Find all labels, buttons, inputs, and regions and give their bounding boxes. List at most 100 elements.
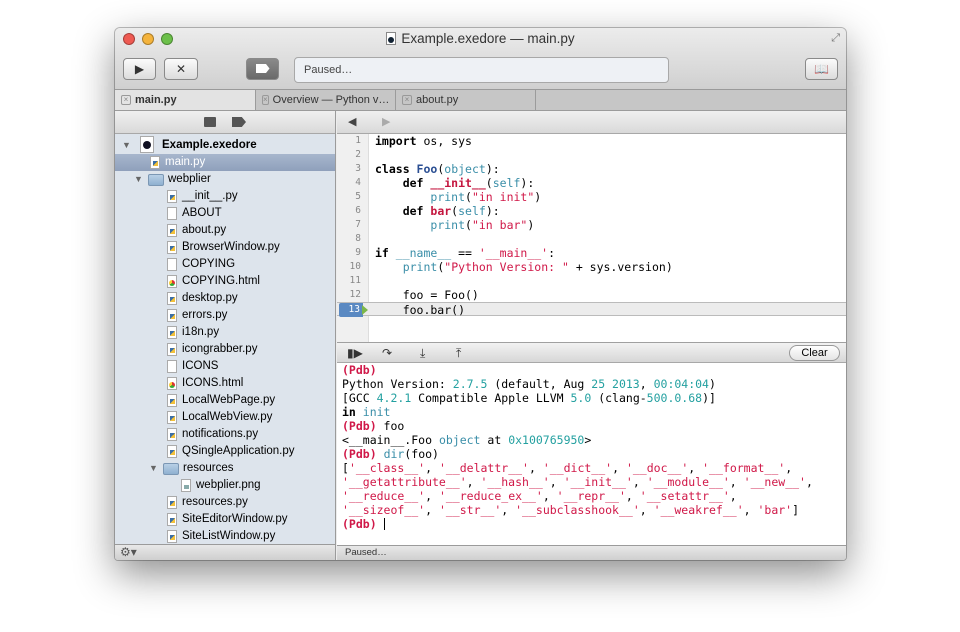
tag-button[interactable] xyxy=(246,58,279,80)
step-into-icon[interactable]: ⤓ xyxy=(420,346,425,361)
tab-overview[interactable]: × Overview — Python v… xyxy=(256,90,396,110)
py-file-icon xyxy=(167,530,177,543)
tree-file[interactable]: ABOUT xyxy=(115,205,335,222)
fullscreen-icon[interactable]: ⤢ xyxy=(831,32,840,45)
tree-file[interactable]: errors.py xyxy=(115,307,335,324)
console-line: ['__class__', '__delattr__', '__dict__',… xyxy=(342,461,846,475)
back-arrow-icon[interactable]: ◀ xyxy=(348,115,356,128)
disclosure-triangle-icon[interactable]: ▼ xyxy=(149,460,158,477)
documentation-button[interactable]: 📖 xyxy=(805,58,838,80)
close-tab-icon[interactable]: × xyxy=(402,95,412,105)
code-token: foo.bar() xyxy=(375,303,466,317)
gear-icon: ⚙▾ xyxy=(120,545,137,559)
tree-item-label: about.py xyxy=(182,224,227,236)
folder-view-icon[interactable] xyxy=(204,117,216,127)
stop-button[interactable]: ✕ xyxy=(164,58,198,80)
close-tab-icon[interactable]: × xyxy=(262,95,269,105)
forward-arrow-icon[interactable]: ▶ xyxy=(382,115,390,128)
tree-file[interactable]: desktop.py xyxy=(115,290,335,307)
code-token: class xyxy=(375,162,417,176)
run-button[interactable]: ▶ xyxy=(123,58,156,80)
tree-file[interactable]: webplier.png xyxy=(115,477,335,494)
tree-file[interactable]: main.py xyxy=(115,154,335,171)
debug-console[interactable]: (Pdb) Python Version: 2.7.5 (default, Aug… xyxy=(342,363,846,531)
console-line: '__sizeof__', '__str__', '__subclasshook… xyxy=(342,503,846,517)
tree-file[interactable]: SiteEditorWindow.py xyxy=(115,511,335,528)
code-token: def xyxy=(375,204,431,218)
tree-file[interactable]: QSingleApplication.py xyxy=(115,443,335,460)
code-line: 4 def __init__(self): xyxy=(337,176,846,190)
disclosure-triangle-icon[interactable]: ▼ xyxy=(122,137,131,154)
code-line: 11 xyxy=(337,274,846,288)
console-line: in init xyxy=(342,405,846,419)
tag-view-icon[interactable] xyxy=(232,117,246,127)
line-number[interactable]: 12 xyxy=(337,288,361,302)
line-number[interactable]: 7 xyxy=(337,218,361,232)
line-number[interactable]: 8 xyxy=(337,232,361,246)
step-over-icon[interactable]: ↷ xyxy=(382,346,392,360)
code-line: 8 xyxy=(337,232,846,246)
tree-file[interactable]: __init__.py xyxy=(115,188,335,205)
code-token: '__subclasshook__' xyxy=(515,503,640,517)
tree-item-label: SiteEditorWindow.py xyxy=(182,513,288,525)
code-token: , xyxy=(542,489,557,503)
line-number[interactable]: 5 xyxy=(337,190,361,204)
html-file-icon xyxy=(167,275,177,288)
line-number[interactable]: 3 xyxy=(337,162,361,176)
code-editor[interactable]: ◀ ▶ 1 import os, sys 2 3 class Foo(object): 4… xyxy=(337,111,846,342)
tree-folder[interactable]: ▼ resources xyxy=(115,460,335,477)
debugger-toolbar: ▮▶ ↷ ⤓ ⤒ Clear xyxy=(337,342,846,363)
tree-file[interactable]: icongrabber.py xyxy=(115,341,335,358)
line-number[interactable]: 1 xyxy=(337,134,361,148)
code-line: 12 foo = Foo() xyxy=(337,288,846,302)
py-file-icon xyxy=(167,513,177,526)
py-file-icon xyxy=(167,428,177,441)
tree-file[interactable]: ICONS.html xyxy=(115,375,335,392)
tree-file[interactable]: LocalWebPage.py xyxy=(115,392,335,409)
tree-project-root[interactable]: ▼ Example.exedore xyxy=(115,136,335,154)
continue-icon[interactable]: ▮▶ xyxy=(347,346,363,360)
tab-main-py[interactable]: × main.py xyxy=(115,90,256,110)
code-token: '__str__' xyxy=(438,503,502,517)
code-text: print("Python Version: " + sys.version) xyxy=(375,260,673,274)
clear-button[interactable]: Clear xyxy=(789,345,840,361)
code-token: , xyxy=(549,475,564,489)
folder-icon xyxy=(163,463,179,475)
code-token: self xyxy=(458,204,486,218)
tree-folder[interactable]: ▼ webplier xyxy=(115,171,335,188)
tree-item-label: webplier.png xyxy=(196,479,261,491)
tree-file[interactable]: i18n.py xyxy=(115,324,335,341)
code-token: (Pdb) xyxy=(342,447,377,461)
tree-file[interactable]: about.py xyxy=(115,222,335,239)
tree-file[interactable]: BrowserWindow.py xyxy=(115,239,335,256)
tab-about-py[interactable]: × about.py xyxy=(396,90,536,110)
tree-file[interactable]: ICONS xyxy=(115,358,335,375)
line-number[interactable]: 13 xyxy=(339,303,363,317)
line-number[interactable]: 10 xyxy=(337,260,361,274)
code-token: '__init__' xyxy=(563,475,633,489)
code-token: (Pdb) xyxy=(342,419,377,433)
line-number[interactable]: 6 xyxy=(337,204,361,218)
line-number[interactable]: 11 xyxy=(337,274,361,288)
tree-file[interactable]: notifications.py xyxy=(115,426,335,443)
code-token: def xyxy=(375,176,431,190)
step-out-icon[interactable]: ⤒ xyxy=(456,346,461,361)
line-number[interactable]: 2 xyxy=(337,148,361,162)
tree-file[interactable]: LocalWebView.py xyxy=(115,409,335,426)
status-field: Paused… xyxy=(294,57,669,83)
code-token: ): xyxy=(485,162,500,176)
code-line: 13 foo.bar() xyxy=(337,302,846,317)
tree-file[interactable]: resources.py xyxy=(115,494,335,511)
tree-file[interactable]: SiteListWindow.py xyxy=(115,528,335,544)
tree-file[interactable]: COPYING xyxy=(115,256,335,273)
line-number[interactable]: 4 xyxy=(337,176,361,190)
gear-menu-button[interactable]: ⚙▾ xyxy=(115,544,335,560)
tree-file[interactable]: COPYING.html xyxy=(115,273,335,290)
disclosure-triangle-icon[interactable]: ▼ xyxy=(134,171,143,188)
code-token: , xyxy=(805,475,813,489)
line-number[interactable]: 9 xyxy=(337,246,361,260)
code-area[interactable]: 1 import os, sys 2 3 class Foo(object): 4 def… xyxy=(337,134,846,342)
code-line: 6 def bar(self): xyxy=(337,204,846,218)
close-tab-icon[interactable]: × xyxy=(121,95,131,105)
